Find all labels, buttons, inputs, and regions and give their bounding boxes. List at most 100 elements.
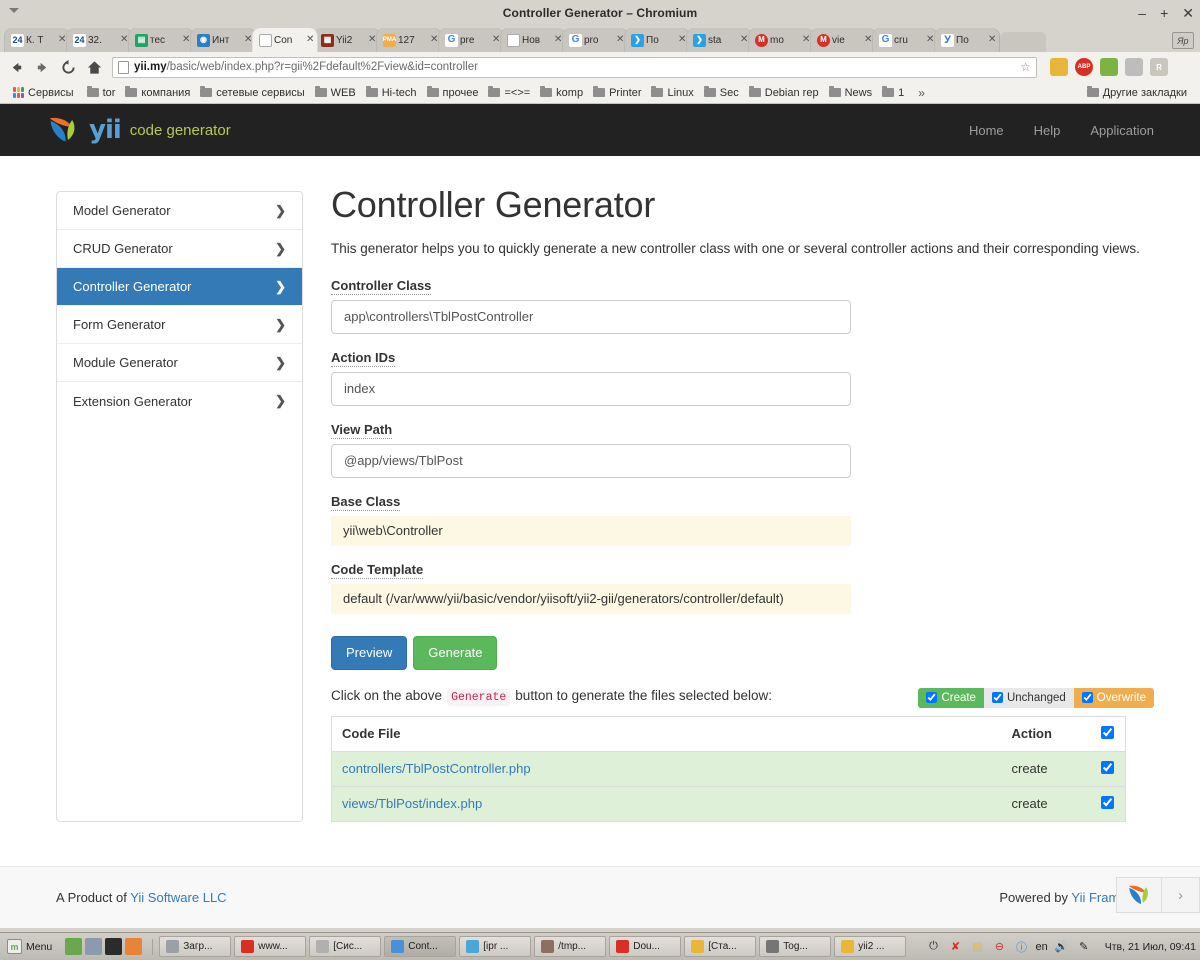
sidebar-item-form-generator[interactable]: Form Generator ❯ (57, 306, 302, 344)
new-tab-button[interactable] (1000, 32, 1046, 52)
lastpass-extension-icon[interactable] (1100, 58, 1118, 76)
firefox-icon[interactable] (125, 938, 143, 955)
volume-icon[interactable]: 🔊 (1054, 939, 1070, 955)
browser-tab[interactable]: Gpro ✕ (562, 28, 628, 52)
taskbar-window-button[interactable]: [ipr ... (459, 936, 532, 957)
bookmark-item[interactable]: tor (82, 85, 121, 101)
browser-tab[interactable]: Gcru ✕ (872, 28, 938, 52)
address-bar[interactable]: yii.my/basic/web/index.php?r=gii%2Fdefau… (112, 56, 1037, 78)
window-menu-caret-icon[interactable] (9, 8, 19, 13)
taskbar-window-button[interactable]: /tmp... (534, 936, 607, 957)
browser-tab[interactable]: 24 К. Т ✕ (4, 28, 70, 52)
page-info-icon[interactable] (118, 60, 129, 74)
taskbar-menu-button[interactable]: m Menu (4, 937, 58, 956)
taskbar-window-button[interactable]: Cont... (384, 936, 457, 957)
bookmark-item[interactable]: 1 (877, 85, 909, 101)
browser-tab[interactable]: ◉ Инт ✕ (190, 28, 256, 52)
yii-debug-toggle-icon[interactable]: › (1161, 878, 1199, 912)
code-file-link[interactable]: controllers/TblPostController.php (342, 761, 531, 776)
browser-tab[interactable]: Mvie ✕ (810, 28, 876, 52)
nav-link-help[interactable]: Help (1034, 123, 1061, 138)
tab-close-icon[interactable]: ✕ (306, 35, 315, 45)
close-red-icon[interactable]: ✘ (948, 939, 964, 955)
bookmark-star-icon[interactable]: ☆ (1020, 60, 1031, 74)
note-icon[interactable]: ▤ (970, 939, 986, 955)
field-input-controller-class[interactable]: app\controllers\TblPostController (331, 299, 851, 334)
taskbar-window-button[interactable]: Tog... (759, 936, 832, 957)
close-button[interactable]: ✕ (1182, 6, 1194, 20)
taskbar-window-button[interactable]: www... (234, 936, 307, 957)
sidebar-item-model-generator[interactable]: Model Generator ❯ (57, 192, 302, 230)
folder-extension-icon[interactable] (1050, 58, 1068, 76)
reload-icon[interactable] (60, 59, 77, 76)
sidebar-item-extension-generator[interactable]: Extension Generator ❯ (57, 382, 302, 420)
home-icon[interactable] (86, 59, 103, 76)
power-icon[interactable]: ⏻ (926, 939, 942, 955)
filter-toggle-overwrite[interactable]: Overwrite (1073, 687, 1154, 708)
keyboard-layout-indicator[interactable]: en (1036, 939, 1048, 955)
r-extension-icon[interactable]: R (1150, 58, 1168, 76)
bookmark-item[interactable]: Printer (588, 85, 646, 101)
browser-tab[interactable]: PMA 127 ✕ (376, 28, 442, 52)
tabstrip-extra-button[interactable]: Яp (1172, 32, 1194, 49)
browser-tab[interactable]: ❯ sta ✕ (686, 28, 752, 52)
nav-link-home[interactable]: Home (969, 123, 1004, 138)
settings-extension-icon[interactable] (1125, 58, 1143, 76)
nav-link-application[interactable]: Application (1090, 123, 1154, 138)
sidebar-item-module-generator[interactable]: Module Generator ❯ (57, 344, 302, 382)
field-input-view-path[interactable]: @app/views/TblPost (331, 443, 851, 478)
browser-tab[interactable]: У По ✕ (934, 28, 1000, 52)
filter-toggle-checkbox-unchanged[interactable] (991, 692, 1003, 704)
show-desktop-icon[interactable] (65, 938, 83, 955)
bookmark-other[interactable]: Другие закладки (1082, 85, 1192, 101)
bookmark-item[interactable]: Hi-tech (361, 85, 422, 101)
browser-tab-active[interactable]: Con ✕ (252, 28, 318, 52)
bookmark-item[interactable]: Debian rep (744, 85, 824, 101)
bookmark-item[interactable]: Sec (699, 85, 744, 101)
browser-tab[interactable]: ▤ тес ✕ (128, 28, 194, 52)
browser-tab[interactable]: Нов ✕ (500, 28, 566, 52)
bookmark-item[interactable]: News (824, 85, 878, 101)
bookmark-item[interactable]: сетевые сервисы (195, 85, 309, 101)
filter-toggle-checkbox-create[interactable] (926, 692, 938, 704)
back-icon[interactable] (8, 59, 25, 76)
sidebar-item-crud-generator[interactable]: CRUD Generator ❯ (57, 230, 302, 268)
site-brand[interactable]: yii code generator (46, 115, 231, 145)
browser-tab[interactable]: 24 32. ✕ (66, 28, 132, 52)
filter-toggle-checkbox-overwrite[interactable] (1081, 692, 1093, 704)
generate-button[interactable]: Generate (413, 635, 498, 670)
bookmark-item[interactable]: компания (120, 85, 195, 101)
code-file-link[interactable]: views/TblPost/index.php (342, 796, 482, 811)
forward-icon[interactable] (34, 59, 51, 76)
taskbar-window-button[interactable]: Загр... (159, 936, 232, 957)
yii-debug-toolbar[interactable]: › (1116, 877, 1200, 913)
bookmark-item[interactable]: Linux (646, 85, 698, 101)
pen-icon[interactable]: ✎ (1076, 939, 1092, 955)
footer-left-link[interactable]: Yii Software LLC (130, 890, 226, 905)
maximize-button[interactable]: + (1160, 6, 1168, 20)
bookmark-item[interactable]: прочее (422, 85, 484, 101)
browser-tab[interactable]: ▦ Yii2 ✕ (314, 28, 380, 52)
bookmark-apps[interactable]: Сервисы (8, 85, 79, 101)
taskbar-window-button[interactable]: Dou... (609, 936, 682, 957)
browser-tab[interactable]: ❯ По ✕ (624, 28, 690, 52)
bookmark-item[interactable]: WEB (310, 85, 361, 101)
browser-tab[interactable]: Gpre ✕ (438, 28, 504, 52)
preview-button[interactable]: Preview (331, 635, 408, 670)
info-icon[interactable]: ⓘ (1014, 939, 1030, 955)
field-input-action-ids[interactable]: index (331, 371, 851, 406)
adblock-extension-icon[interactable]: ABP (1075, 58, 1093, 76)
bookmark-item[interactable]: =<>= (483, 85, 535, 101)
terminal-icon[interactable] (105, 938, 123, 955)
browser-tab[interactable]: Mmo ✕ (748, 28, 814, 52)
taskbar-window-button[interactable]: yii2 ... (834, 936, 907, 957)
file-manager-icon[interactable] (85, 938, 103, 955)
tab-close-icon[interactable]: ✕ (988, 35, 997, 45)
row-checkbox[interactable] (1100, 760, 1114, 774)
filter-toggle-unchanged[interactable]: Unchanged (983, 687, 1074, 708)
filter-toggle-create[interactable]: Create (918, 687, 984, 708)
row-checkbox[interactable] (1100, 795, 1114, 809)
bookmark-item[interactable]: komp (535, 85, 588, 101)
bookmarks-overflow-icon[interactable]: » (912, 86, 931, 100)
select-all-checkbox[interactable] (1100, 725, 1114, 739)
